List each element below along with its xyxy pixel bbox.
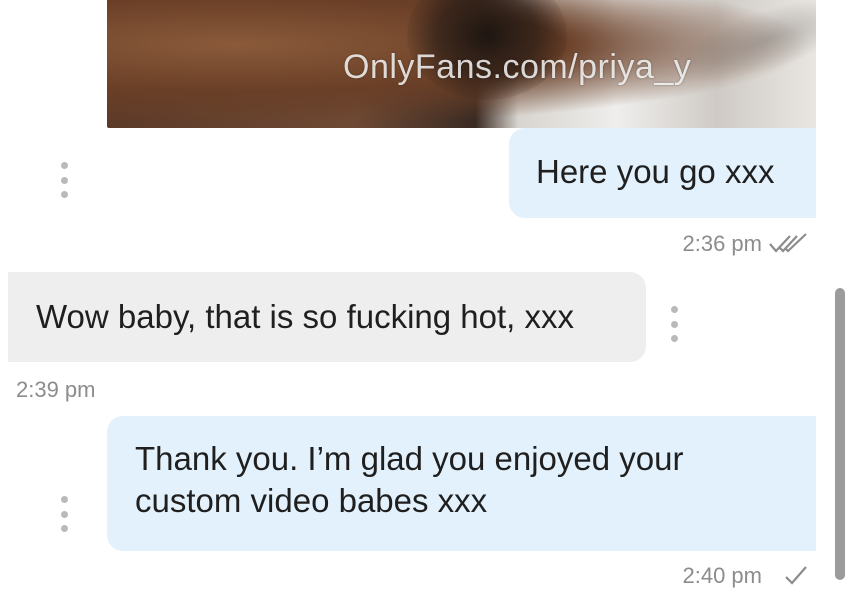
message-text: Wow baby, that is so fucking hot, xxx: [36, 298, 575, 335]
message-options-icon[interactable]: [668, 306, 680, 342]
message-meta: 2:39 pm: [16, 377, 96, 403]
scrollbar[interactable]: [835, 288, 845, 580]
message-timestamp: 2:36 pm: [682, 231, 763, 256]
media-watermark: OnlyFans.com/priya_y: [343, 48, 692, 86]
dot: [60, 510, 68, 518]
dot: [60, 162, 68, 169]
received-message-bubble[interactable]: Wow baby, that is so fucking hot, xxx: [8, 272, 646, 362]
dot: [670, 335, 678, 342]
dot: [60, 496, 68, 503]
message-text-line: custom video babes xxx: [135, 482, 488, 519]
single-check-icon: [785, 566, 807, 585]
dot: [60, 191, 68, 198]
sent-message-bubble[interactable]: Thank you. I’m glad you enjoyed your cus…: [107, 416, 816, 551]
double-check-icon: [769, 233, 807, 253]
dot: [60, 525, 68, 532]
dot: [670, 320, 678, 328]
message-timestamp: 2:40 pm: [682, 563, 763, 588]
dot: [670, 306, 678, 313]
message-meta: 2:40 pm: [683, 563, 809, 589]
message-options-icon[interactable]: [58, 496, 70, 532]
sent-message-bubble[interactable]: Here you go xxx: [509, 128, 816, 218]
media-attachment[interactable]: OnlyFans.com/priya_y: [107, 0, 816, 128]
message-timestamp: 2:39 pm: [16, 377, 96, 402]
message-text-line: Thank you. I’m glad you enjoyed your: [135, 440, 684, 477]
message-options-icon[interactable]: [58, 162, 70, 198]
message-text: Here you go xxx: [536, 153, 775, 190]
dot: [60, 176, 68, 184]
message-meta: 2:36 pm: [683, 231, 809, 257]
